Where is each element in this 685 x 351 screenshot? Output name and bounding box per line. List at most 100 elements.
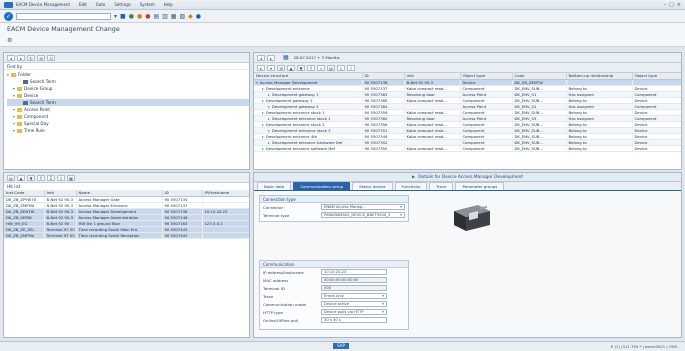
dropdown-field[interactable]: Errors only [321, 293, 387, 299]
tree-item[interactable]: Search Term [7, 78, 249, 85]
save-icon[interactable]: ■ [120, 13, 126, 20]
tree-item-label: Search Term [30, 100, 56, 105]
menu-help[interactable]: Help [164, 2, 173, 7]
dropdown-field[interactable]: Device polls via HTTP [321, 309, 387, 315]
cell-text: DK_ENV_SUB... [514, 145, 543, 151]
tab-trace[interactable]: Trace [429, 182, 454, 190]
maximize-icon[interactable]: □ [669, 2, 674, 8]
device-icon: ▶ [411, 174, 416, 180]
tab-functions[interactable]: Functions [394, 182, 428, 190]
dropdown-field[interactable]: ENBM Access Manag... [321, 204, 405, 210]
refresh-button[interactable]: ↻ [27, 54, 35, 61]
collapse-button[interactable]: ⊟ [47, 54, 55, 61]
tree-item[interactable]: Search Term [7, 99, 249, 106]
page-title: EACM Device Management Change [7, 25, 120, 33]
table-row[interactable]: ▸ Development entrance software Def 90 550… [254, 145, 681, 152]
structure-nav-toolbar: ◂ ▸ ▦ 28.07.2017 + 3 Months [254, 53, 681, 63]
tree-item-label: Access Point [24, 107, 51, 112]
form-row: Terminal ID 000 [260, 284, 408, 292]
menu-system[interactable]: System [140, 2, 155, 7]
tree-item[interactable]: ▾ Device Group [7, 85, 249, 92]
collapse-all-button[interactable]: ▾ [267, 64, 275, 71]
tab-status-device[interactable]: Status device [352, 182, 393, 190]
forward-nav-button[interactable]: ▸ [17, 54, 25, 61]
sum-button[interactable]: Σ [47, 174, 55, 181]
tree-item[interactable]: ▾ Component [7, 113, 249, 120]
cell-text: Kaba compact read... [406, 85, 448, 91]
node-icon: ▸ [268, 103, 270, 109]
last-page-icon[interactable]: ▧ [179, 13, 185, 20]
exit-icon[interactable]: ● [137, 13, 142, 20]
export-structure-button[interactable]: ⇩ [337, 64, 345, 71]
back-nav-button[interactable]: ◂ [7, 54, 15, 61]
menu-goto[interactable]: Goto [96, 2, 106, 7]
calendar-icon[interactable]: ▦ [283, 54, 289, 61]
tree-item[interactable]: ▾ Access Point [7, 106, 249, 113]
find-structure-button[interactable]: ⌕ [317, 64, 325, 71]
cell-text: Kaba compact read... [406, 145, 448, 151]
tab-parameter-groups[interactable]: Parameter groups [455, 182, 505, 190]
sort-asc-button[interactable]: ▲ [17, 174, 25, 181]
menu-settings[interactable]: Settings [114, 2, 130, 7]
search-icon [23, 100, 28, 105]
help-icon[interactable]: ● [196, 13, 201, 20]
tree-button[interactable]: ⊞ [277, 64, 285, 71]
info-structure-button[interactable]: i [347, 64, 355, 71]
export-button[interactable]: ⇩ [57, 174, 65, 181]
back-icon[interactable]: ● [129, 13, 134, 20]
close-icon[interactable]: × [677, 2, 681, 8]
expand-all-button[interactable]: ▸ [257, 64, 265, 71]
filter-structure-button[interactable]: Y [307, 64, 315, 71]
details-button[interactable]: ▤ [7, 174, 15, 181]
find-icon[interactable]: ▥ [162, 13, 168, 20]
command-field[interactable] [16, 12, 111, 20]
tree-item[interactable]: ▾ Folder [7, 71, 249, 78]
dropdown-field[interactable]: PARAMAMA02_DEVICE_BNET9200_3 [321, 212, 405, 218]
cell-text: Kaba compact read... [406, 121, 448, 127]
tab-basic-data[interactable]: Basic data [257, 182, 292, 190]
dropdown-field[interactable]: Device active [321, 301, 387, 307]
first-page-icon[interactable]: ▦ [171, 13, 177, 20]
layout-button[interactable]: ▦ [67, 174, 75, 181]
cell-text: DK_ENV_02 [514, 103, 537, 109]
sort-structure-desc-button[interactable]: ▼ [297, 64, 305, 71]
cell-text: Development entrance stock 1 [265, 109, 325, 115]
sort-structure-asc-button[interactable]: ▲ [287, 64, 295, 71]
sort-desc-button[interactable]: ▼ [27, 174, 35, 181]
form-row: Trace Errors only [260, 292, 408, 300]
print-structure-button[interactable]: ▤ [327, 64, 335, 71]
new-session-icon[interactable]: ◆ [188, 13, 193, 20]
cell-text: 90 5507385 [364, 97, 388, 103]
cell-text: Device [634, 127, 648, 133]
settings-icon[interactable]: ⚙ [7, 37, 12, 44]
table-cell: B-Net 92 90-3 [44, 214, 77, 221]
folder-icon [17, 121, 22, 126]
minimize-icon[interactable]: – [664, 2, 667, 8]
app-title-bar: EACM Device Management Change [0, 23, 685, 35]
dropdown-icon[interactable]: ▾ [114, 13, 117, 20]
prev-button[interactable]: ◂ [257, 54, 265, 61]
next-button[interactable]: ▸ [267, 54, 275, 61]
system-info[interactable]: E (1) (311 790 * | eacm0001 | OVR [611, 344, 677, 349]
tree-item[interactable]: ▾ Time Rule [7, 127, 249, 134]
text-field[interactable]: 000 [321, 285, 387, 291]
text-field[interactable]: 30 s 30 s [321, 317, 387, 323]
tab-communication-setup[interactable]: Communication setup [293, 182, 351, 190]
cell-text: Development gateway 2 [265, 97, 313, 103]
cell-text: DK_ENV_SUB... [514, 139, 543, 145]
expand-button[interactable]: ⊞ [37, 54, 45, 61]
tree-item[interactable]: ▾ Device [7, 92, 249, 99]
enter-check-icon[interactable]: ✓ [4, 11, 13, 21]
cell-text: 90 5507352 [364, 139, 388, 145]
folder-icon [17, 128, 22, 133]
find-by-label: Find by [4, 63, 249, 70]
cancel-icon[interactable]: ● [145, 13, 150, 20]
text-field[interactable]: 00:00:00:00:00:00 [321, 277, 387, 283]
print-icon[interactable]: ▤ [153, 13, 159, 20]
menu-edit[interactable]: Edit [79, 2, 87, 7]
cell-text: 90 5507360 [364, 115, 388, 121]
tree-item[interactable]: ▾ Special Day [7, 120, 249, 127]
table-row[interactable]: DK_ZB_ZMPYAI Terminal 97 00 Time recording… [4, 232, 249, 239]
text-field[interactable]: 10.10.20.23 [321, 269, 387, 275]
filter-button[interactable]: Y [37, 174, 45, 181]
